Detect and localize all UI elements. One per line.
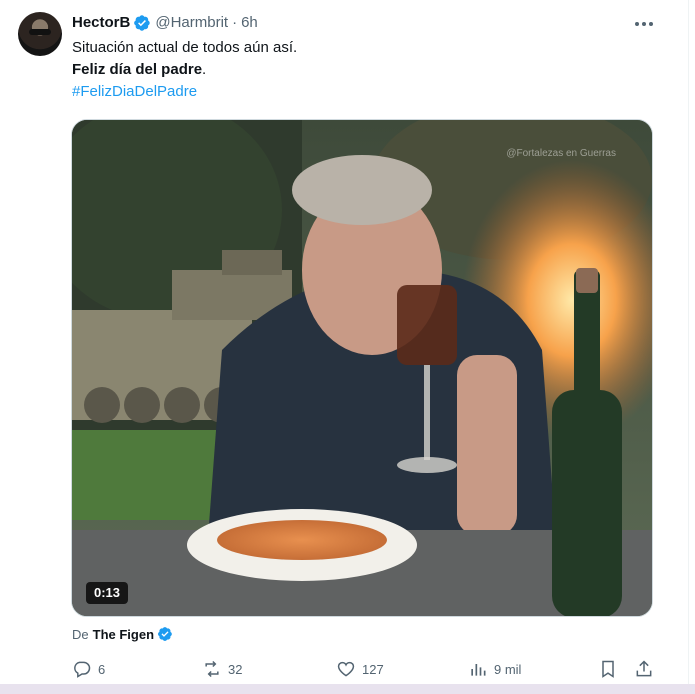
separator-dot: · <box>232 14 238 31</box>
tweet[interactable]: HectorB @Harmbrit · 6h Situación actual … <box>0 0 689 684</box>
bookmark-button[interactable] <box>598 659 624 679</box>
tweet-header: HectorB @Harmbrit · 6h <box>72 13 258 33</box>
share-icon <box>636 660 652 677</box>
source-prefix: De <box>72 627 89 642</box>
bookmark-icon <box>602 660 614 678</box>
author-handle[interactable]: @Harmbrit <box>155 13 228 33</box>
tweet-bold-text: Feliz día del padre <box>72 61 203 78</box>
more-options-icon[interactable] <box>632 12 656 36</box>
hashtag-link[interactable]: #FelizDiaDelPadre <box>72 81 652 103</box>
reply-button[interactable]: 6 <box>72 659 105 679</box>
tweet-text: Situación actual de todos aún así. Feliz… <box>72 37 652 103</box>
tweet-line-1: Situación actual de todos aún así. <box>72 39 298 56</box>
like-count: 127 <box>362 661 384 677</box>
source-name[interactable]: The Figen <box>93 626 154 644</box>
repost-button[interactable]: 32 <box>202 659 242 679</box>
tweet-line-2-suffix: . <box>202 61 207 78</box>
share-button[interactable] <box>634 659 660 679</box>
timestamp[interactable]: 6h <box>241 13 258 33</box>
video-duration: 0:13 <box>86 582 129 604</box>
repost-icon <box>205 660 219 678</box>
views-icon <box>471 664 486 676</box>
video-watermark: @Fortalezas en Guerras <box>506 148 616 159</box>
video-player[interactable]: @Fortalezas en Guerras 0:13 <box>71 119 653 617</box>
reply-icon <box>74 661 91 678</box>
avatar-sunglasses <box>29 29 51 35</box>
views-button[interactable]: 9 mil <box>468 659 521 679</box>
avatar[interactable] <box>18 12 62 56</box>
video-frame <box>72 120 652 616</box>
repost-count: 32 <box>228 661 243 677</box>
verified-badge-icon <box>133 14 151 32</box>
views-count: 9 mil <box>494 661 522 677</box>
author-name[interactable]: HectorB <box>72 13 130 33</box>
video-source: De The Figen <box>72 626 179 644</box>
heart-icon <box>337 661 355 677</box>
tweet-line-2: Feliz día del padre. <box>72 59 652 81</box>
like-button[interactable]: 127 <box>336 659 384 679</box>
action-bar: 6 32 127 9 mil <box>0 659 688 683</box>
reply-count: 6 <box>98 661 106 677</box>
source-verified-badge-icon <box>157 626 175 644</box>
bottom-bar <box>0 684 695 694</box>
